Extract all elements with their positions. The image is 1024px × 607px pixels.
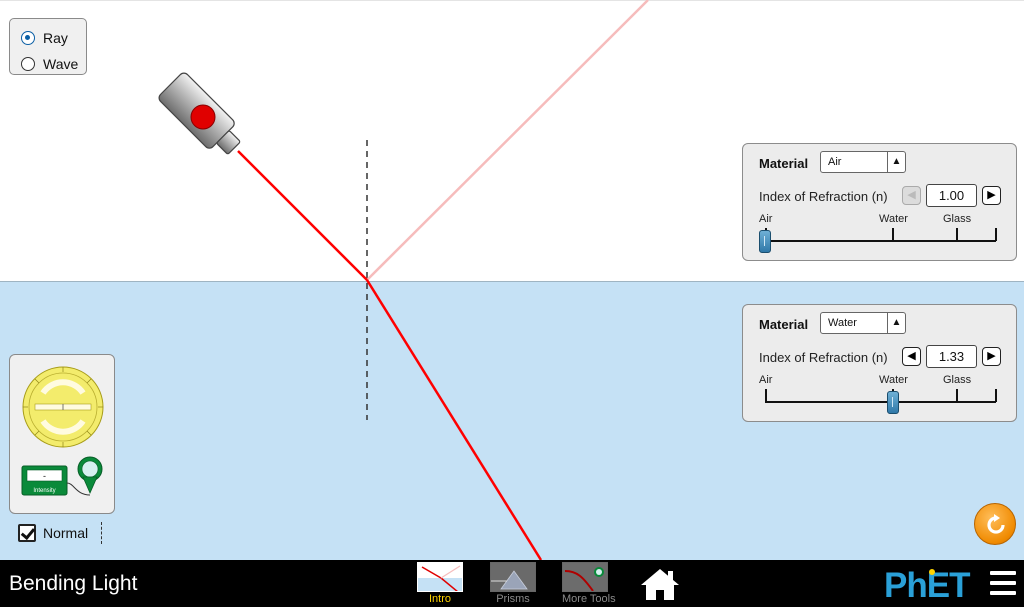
top-ior-decrement-button[interactable]: ◀ [902, 186, 921, 205]
home-icon [641, 569, 679, 600]
phet-logo-icon: PhET [884, 566, 971, 605]
prisms-thumbnail-icon [490, 562, 536, 592]
reflected-ray [366, 0, 649, 281]
tab-prisms[interactable]: Prisms [490, 562, 536, 605]
bottom-ior-value: 1.33 [926, 345, 977, 368]
bottom-material-combo[interactable]: Water ▲ [820, 312, 906, 334]
top-ior-value: 1.00 [926, 184, 977, 207]
home-button[interactable] [639, 567, 681, 606]
phet-brand-text: PhET [884, 566, 970, 602]
reset-all-button[interactable] [974, 503, 1016, 545]
combo-arrow-icon[interactable]: ▲ [887, 313, 905, 333]
view-mode-panel: Ray Wave [9, 18, 87, 75]
bottom-ior-increment-button[interactable]: ▶ [982, 347, 1001, 366]
bottom-slider-label-water: Water [879, 374, 908, 386]
slider-tick [995, 228, 997, 241]
bottom-material-panel: Material Water ▲ Index of Refraction (n)… [742, 304, 1017, 422]
bottom-slider-label-glass: Glass [943, 374, 972, 386]
navigation-bar: Bending Light Intro Prisms More Tools Ph… [0, 560, 1024, 607]
top-material-label: Material [759, 156, 809, 171]
top-material-panel: Material Air ▲ Index of Refraction (n) ◀… [742, 143, 1017, 261]
reset-icon [987, 514, 1005, 534]
top-slider-label-glass: Glass [943, 213, 972, 225]
tab-prisms-label: Prisms [496, 593, 530, 605]
tab-more-tools-label: More Tools [562, 593, 616, 605]
top-slider-label-air: Air [759, 213, 773, 225]
slider-tick [765, 389, 767, 402]
bottom-ior-slider-thumb[interactable] [887, 391, 899, 414]
more-tools-thumbnail-icon [562, 562, 608, 592]
wave-radio[interactable]: Wave [21, 51, 86, 77]
ray-radio-label: Ray [43, 30, 68, 46]
top-ior-slider-thumb[interactable] [759, 230, 771, 253]
wave-radio-circle[interactable] [21, 57, 35, 71]
top-material-selected: Air [828, 156, 842, 168]
ray-radio[interactable]: Ray [21, 25, 86, 51]
bottom-ior-slider-track[interactable] [765, 401, 996, 403]
hamburger-menu-icon[interactable] [990, 571, 1016, 595]
intensity-meter-icon[interactable]: - Intensity [21, 456, 103, 496]
incident-ray [237, 150, 368, 281]
bottom-material-selected: Water [828, 317, 857, 329]
bottom-ior-decrement-button[interactable]: ◀ [902, 347, 921, 366]
wave-radio-label: Wave [43, 56, 79, 72]
top-ior-slider-track[interactable] [765, 240, 996, 242]
tab-intro[interactable]: Intro [417, 562, 463, 605]
sim-title: Bending Light [9, 572, 138, 595]
intensity-readout: - [43, 471, 46, 481]
bottom-slider-label-air: Air [759, 374, 773, 386]
phet-logo[interactable]: PhET [884, 566, 980, 607]
intensity-label: Intensity [33, 488, 55, 494]
tab-more-tools[interactable]: More Tools [562, 562, 616, 605]
top-ior-increment-button[interactable]: ▶ [982, 186, 1001, 205]
top-slider-label-water: Water [879, 213, 908, 225]
simulation-play-area[interactable]: Ray Wave Material Air ▲ Index of Refract… [0, 0, 1024, 560]
protractor-icon[interactable] [22, 366, 104, 448]
tab-intro-label: Intro [428, 593, 451, 605]
bottom-ior-label: Index of Refraction (n) [759, 350, 888, 365]
top-material-combo[interactable]: Air ▲ [820, 151, 906, 173]
slider-tick [892, 228, 894, 241]
ray-layer [157, 0, 649, 560]
normal-checkbox[interactable] [18, 524, 36, 542]
slider-tick [956, 228, 958, 241]
normal-checkbox-row[interactable]: Normal [18, 524, 88, 542]
normal-line-icon [101, 522, 102, 544]
slider-tick [995, 389, 997, 402]
top-ior-label: Index of Refraction (n) [759, 189, 888, 204]
toolbox: - Intensity [9, 354, 115, 514]
intro-thumbnail-icon [417, 562, 463, 592]
combo-arrow-icon[interactable]: ▲ [887, 152, 905, 172]
laser-pointer[interactable] [157, 71, 248, 162]
slider-tick [956, 389, 958, 402]
refracted-ray [365, 279, 543, 560]
normal-label: Normal [43, 525, 89, 541]
ray-radio-circle[interactable] [21, 31, 35, 45]
bottom-material-label: Material [759, 317, 809, 332]
toolbox-tools: - Intensity [21, 366, 104, 496]
